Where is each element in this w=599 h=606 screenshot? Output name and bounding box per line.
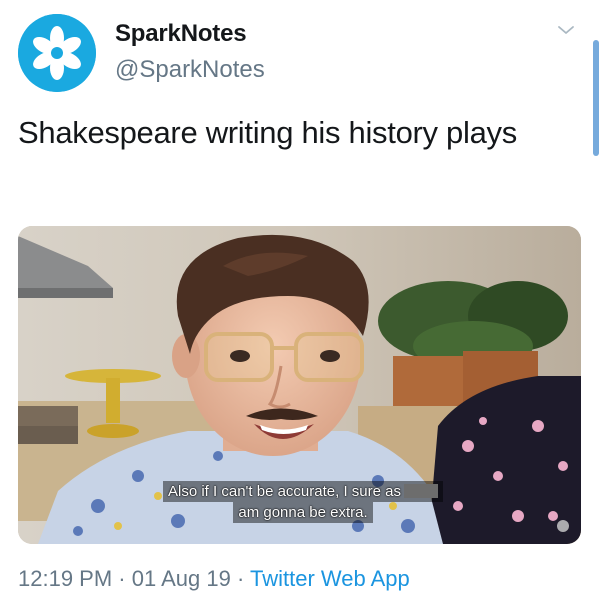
chevron-down-icon[interactable] [554, 18, 578, 42]
separator: · [112, 566, 132, 591]
subtitle-line-1: Also if I can't be accurate, I sure as [168, 483, 401, 500]
author-display-name[interactable]: SparkNotes [115, 20, 247, 48]
video-subtitle: Also if I can't be accurate, I sure as a… [148, 481, 458, 523]
subtitle-line-2: am gonna be extra. [233, 502, 373, 523]
tweet-text: Shakespeare writing his history plays [18, 115, 517, 150]
tweet-time[interactable]: 12:19 PM [18, 566, 112, 591]
tweet-source-link[interactable]: Twitter Web App [250, 566, 410, 591]
separator: · [230, 566, 250, 591]
tweet-card: SparkNotes @SparkNotes Shakespeare writi… [0, 0, 599, 606]
tweet-media[interactable]: Also if I can't be accurate, I sure as a… [18, 226, 581, 544]
tweet-header: SparkNotes @SparkNotes [18, 14, 578, 92]
tweet-date[interactable]: 01 Aug 19 [132, 566, 231, 591]
sparknotes-logo-icon [18, 14, 96, 92]
subtitle-redaction [403, 484, 438, 498]
tweet-timestamp-row: 12:19 PM · 01 Aug 19 · Twitter Web App [18, 566, 410, 592]
avatar[interactable] [18, 14, 96, 92]
scroll-indicator[interactable] [593, 40, 599, 156]
author-handle[interactable]: @SparkNotes [115, 56, 265, 84]
